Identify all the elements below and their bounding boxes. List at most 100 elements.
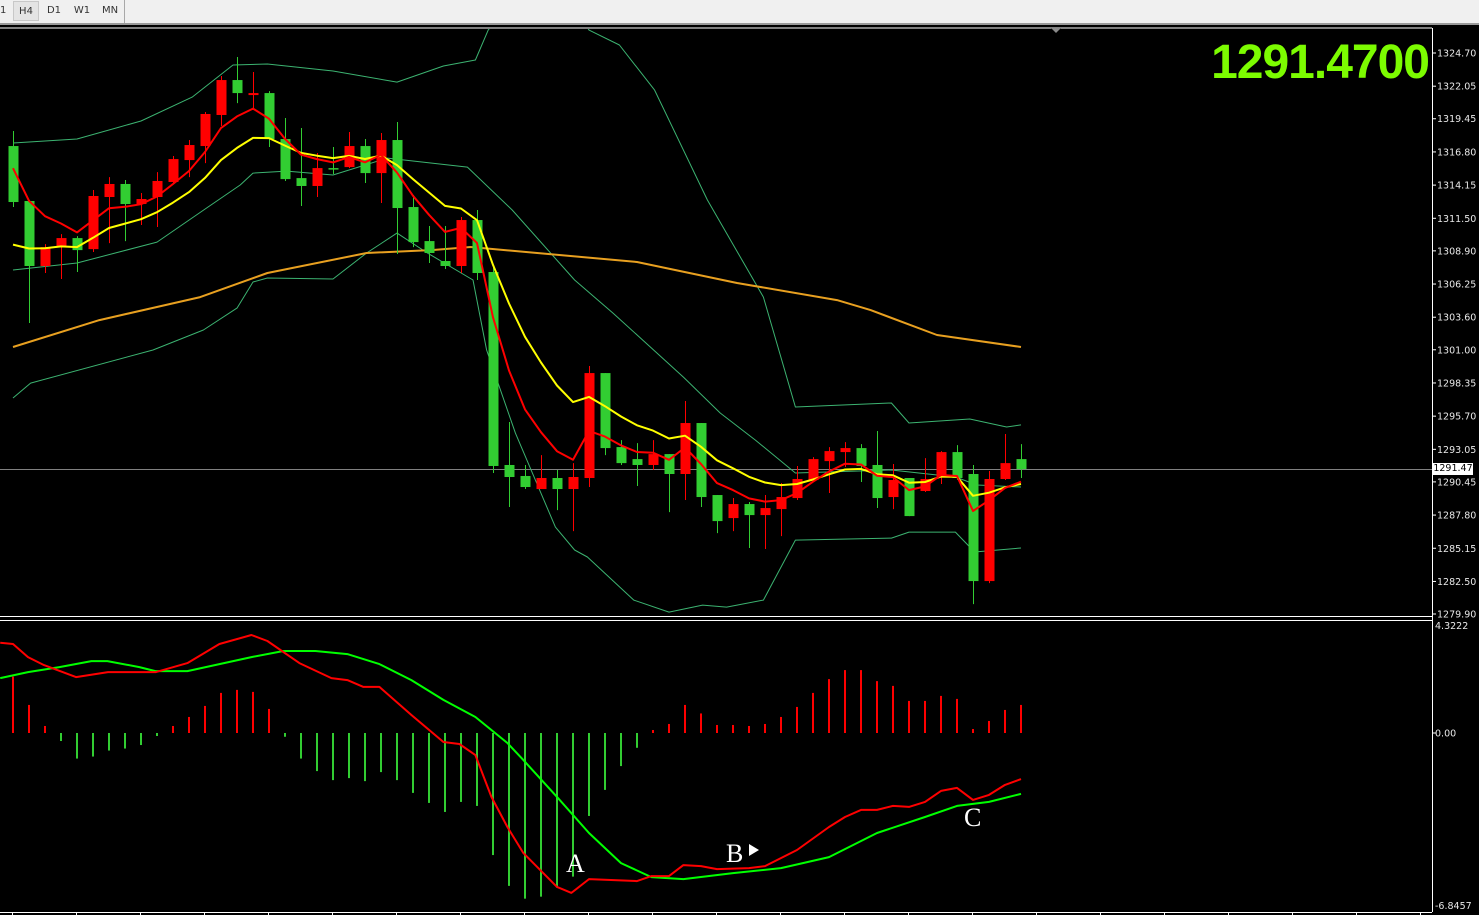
price-axis-label: 1298.35 — [1437, 378, 1476, 389]
macd-main-line — [0, 634, 1022, 894]
candle-body — [504, 464, 515, 478]
macd-histogram-bar — [636, 733, 638, 748]
candle-body — [248, 93, 259, 96]
macd-histogram-bar — [668, 723, 670, 733]
candle — [776, 483, 787, 537]
timeframe-tab-1[interactable]: 1 — [0, 1, 6, 21]
macd-histogram-bar — [156, 733, 158, 737]
price-axis-label: 1303.60 — [1437, 313, 1476, 324]
price-axis-labels: 1324.70 1322.05 1319.45 1316.80 1314.15 1311.… — [1432, 49, 1476, 621]
candle — [568, 463, 579, 532]
macd-histogram-bar — [748, 725, 750, 733]
candle-body — [936, 452, 947, 478]
candle-body — [8, 146, 19, 203]
candle-body — [968, 474, 979, 582]
macd-histogram-bar — [300, 733, 302, 759]
price-axis-label: 1285.15 — [1437, 544, 1476, 555]
price-axis-label: 1311.50 — [1437, 214, 1476, 225]
macd-histogram-bar — [732, 724, 734, 733]
candle-body — [632, 459, 643, 465]
timeframe-tab-h4[interactable]: H4 — [13, 1, 39, 21]
candle — [664, 454, 675, 513]
macd-histogram-bar — [604, 733, 606, 790]
macd-indicator — [0, 634, 1022, 899]
candle — [760, 495, 771, 550]
candle-body — [824, 451, 835, 462]
chart-shift-marker-icon[interactable] — [1051, 28, 1061, 33]
timeframe-tab-mn[interactable]: MN — [98, 1, 122, 21]
timeframe-tab-w1[interactable]: W1 — [70, 1, 94, 21]
candle — [424, 226, 435, 263]
macd-histogram-bar — [892, 685, 894, 733]
candle — [632, 443, 643, 487]
current-price-display: 1291.4700 — [1211, 36, 1430, 89]
macd-histogram-bar — [700, 713, 702, 733]
macd-histogram-bar — [108, 733, 110, 751]
candle — [728, 498, 739, 532]
macd-histogram-bar — [28, 704, 30, 733]
candle-body — [200, 113, 211, 147]
price-axis-label: 1301.00 — [1437, 345, 1476, 356]
candle — [56, 234, 67, 280]
macd-histogram-bar — [428, 733, 430, 803]
candle-body — [424, 241, 435, 253]
candle-body — [744, 504, 755, 516]
macd-histogram-bar — [316, 733, 318, 772]
candle-body — [952, 452, 963, 479]
macd-lines — [0, 634, 1022, 894]
macd-histogram-bar — [956, 698, 958, 733]
annotation-c: C — [964, 803, 982, 832]
candle — [584, 366, 595, 488]
macd-histogram-bar — [60, 733, 62, 742]
candle-body — [888, 480, 899, 498]
candle-body — [216, 80, 227, 115]
candle-body — [120, 183, 131, 205]
candles — [8, 57, 1027, 605]
candle — [72, 236, 83, 273]
candle-body — [984, 479, 995, 582]
price-axis-label: 1322.05 — [1437, 82, 1476, 93]
candle-body — [296, 178, 307, 186]
candle-body — [840, 448, 851, 453]
price-axis-label: 1319.45 — [1437, 114, 1476, 125]
macd-histogram-bar — [684, 704, 686, 733]
candle — [344, 132, 355, 169]
candle — [296, 128, 307, 207]
macd-histogram-bar — [252, 691, 254, 733]
candle-body — [408, 207, 419, 243]
candle-body — [312, 168, 323, 186]
macd-axis-labels: 4.3222 0.00 -6.8457 — [1432, 621, 1472, 912]
candle — [120, 179, 131, 242]
candle-body — [552, 478, 563, 490]
toolbar-divider — [124, 0, 125, 23]
macd-histogram-bar — [844, 670, 846, 733]
price-chart[interactable]: 1324.70 1322.05 1319.45 1316.80 1314.15 1311.… — [0, 26, 1479, 915]
macd-histogram-bar — [908, 700, 910, 733]
macd-histogram-bar — [524, 733, 526, 899]
macd-histogram-bar — [812, 692, 814, 733]
candle-body — [24, 201, 35, 267]
macd-histogram-bar — [1020, 704, 1022, 733]
timeframe-tab-d1[interactable]: D1 — [42, 1, 66, 21]
macd-histogram-bar — [140, 733, 142, 746]
macd-histogram-bar — [412, 733, 414, 793]
candle-body — [1000, 463, 1011, 480]
candle — [1000, 434, 1011, 481]
candle — [856, 444, 867, 483]
price-axis-label: 1287.80 — [1437, 511, 1476, 522]
candle-body — [904, 478, 915, 517]
candle — [392, 121, 403, 254]
price-axis-label: 1282.50 — [1437, 577, 1476, 588]
current-price-axis-label: 1291.47 — [1433, 463, 1473, 475]
macd-histogram-bar — [652, 729, 654, 733]
candle-body — [1016, 459, 1027, 470]
macd-histogram-bar — [76, 733, 78, 759]
candle — [456, 217, 467, 274]
price-axis-label: 1279.90 — [1437, 610, 1476, 621]
candle — [232, 57, 243, 104]
macd-histogram-bar — [588, 733, 590, 816]
macd-histogram-bar — [44, 725, 46, 733]
candle-body — [40, 247, 51, 267]
candle-body — [168, 159, 179, 182]
candle-body — [712, 495, 723, 522]
